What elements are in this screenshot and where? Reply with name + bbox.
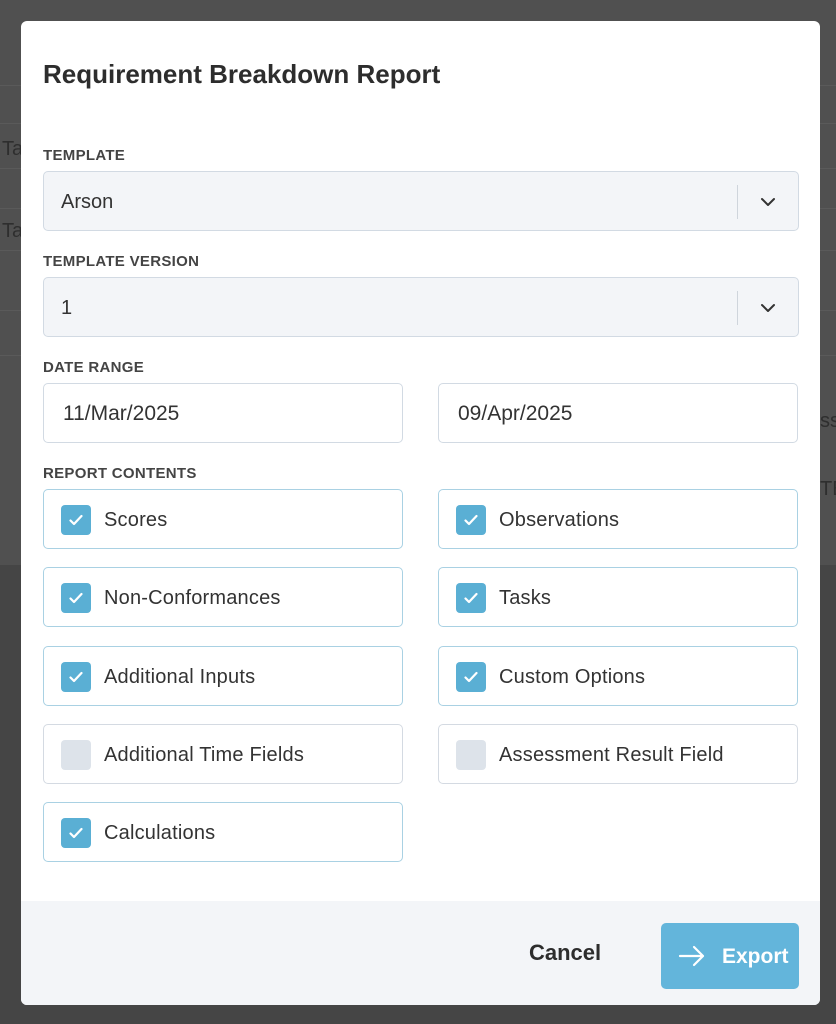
end-date-input[interactable]: 09/Apr/2025: [438, 383, 798, 443]
date-range-label: DATE RANGE: [43, 359, 145, 376]
option-observations[interactable]: Observations: [438, 489, 798, 549]
option-label: Tasks: [499, 587, 552, 609]
template-version-select[interactable]: 1: [43, 277, 799, 337]
checkbox[interactable]: [61, 583, 91, 613]
checkbox[interactable]: [456, 662, 486, 692]
check-icon: [464, 514, 478, 526]
arrow-right-icon: [678, 945, 705, 967]
template-version-value: 1: [61, 297, 73, 319]
option-label: Custom Options: [499, 666, 646, 688]
checkbox[interactable]: [456, 740, 486, 770]
option-non-conformances[interactable]: Non-Conformances: [43, 567, 403, 627]
checkbox[interactable]: [456, 583, 486, 613]
option-label: Additional Inputs: [104, 666, 256, 688]
select-divider: [737, 185, 738, 219]
option-label: Non-Conformances: [104, 587, 281, 609]
option-additional-time-fields[interactable]: Additional Time Fields: [43, 724, 403, 784]
option-tasks[interactable]: Tasks: [438, 567, 798, 627]
option-label: Calculations: [104, 822, 216, 844]
template-value: Arson: [61, 191, 114, 213]
check-icon: [69, 827, 83, 839]
report-dialog: Requirement Breakdown Report TEMPLATE Ar…: [21, 21, 820, 1005]
option-label: Additional Time Fields: [104, 744, 305, 766]
dialog-title: Requirement Breakdown Report: [43, 59, 441, 89]
export-button[interactable]: Export: [661, 923, 799, 989]
report-contents-label: REPORT CONTENTS: [43, 465, 197, 482]
option-additional-inputs[interactable]: Additional Inputs: [43, 646, 403, 706]
background-text: Ta: [2, 220, 24, 242]
dialog-footer: Cancel Export: [21, 901, 820, 1005]
chevron-down-icon: [761, 304, 775, 312]
check-icon: [69, 592, 83, 604]
check-icon: [69, 671, 83, 683]
template-label: TEMPLATE: [43, 147, 126, 164]
check-icon: [464, 592, 478, 604]
check-icon: [464, 671, 478, 683]
option-label: Observations: [499, 509, 620, 531]
checkbox[interactable]: [456, 505, 486, 535]
cancel-button[interactable]: Cancel: [529, 940, 601, 966]
checkbox[interactable]: [61, 740, 91, 770]
end-date-value: 09/Apr/2025: [458, 402, 573, 425]
check-icon: [69, 514, 83, 526]
export-label: Export: [722, 945, 789, 968]
background-text: Ta: [2, 138, 24, 160]
select-divider: [737, 291, 738, 325]
checkbox[interactable]: [61, 818, 91, 848]
template-version-label: TEMPLATE VERSION: [43, 253, 200, 270]
chevron-down-icon: [761, 198, 775, 206]
option-label: Assessment Result Field: [499, 744, 724, 766]
option-custom-options[interactable]: Custom Options: [438, 646, 798, 706]
checkbox[interactable]: [61, 505, 91, 535]
background-text: ss: [820, 410, 836, 432]
template-select[interactable]: Arson: [43, 171, 799, 231]
checkbox[interactable]: [61, 662, 91, 692]
option-scores[interactable]: Scores: [43, 489, 403, 549]
option-calculations[interactable]: Calculations: [43, 802, 403, 862]
start-date-input[interactable]: 11/Mar/2025: [43, 383, 403, 443]
option-label: Scores: [104, 509, 168, 531]
background-text: TE: [820, 478, 836, 500]
option-assessment-result-field[interactable]: Assessment Result Field: [438, 724, 798, 784]
start-date-value: 11/Mar/2025: [63, 402, 180, 425]
